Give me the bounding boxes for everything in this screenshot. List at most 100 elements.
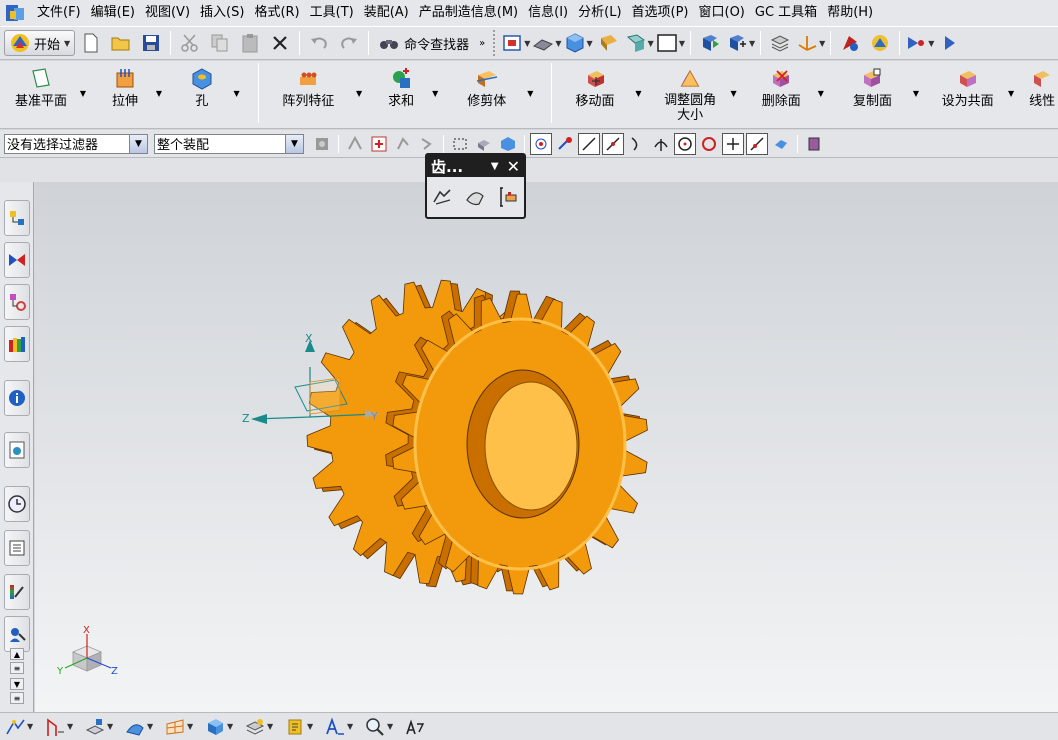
wcs-button[interactable]: ▼: [796, 29, 825, 57]
snap-endpoint-button[interactable]: [554, 133, 576, 155]
menu-item-5[interactable]: 工具(T): [307, 1, 361, 25]
feature-button-7[interactable]: 调整圆角 大小 ▼: [654, 61, 737, 123]
reuse-library-tab[interactable]: [4, 326, 30, 362]
select-downstream-button[interactable]: [416, 133, 438, 155]
menu-item-4[interactable]: 格式(R): [251, 1, 306, 25]
more-button[interactable]: [936, 29, 964, 57]
feature-button-3[interactable]: 阵列特征 ▼: [265, 61, 362, 123]
chevron-down-icon[interactable]: ▼: [913, 89, 919, 98]
roles-tab[interactable]: [4, 616, 30, 652]
scroll-page-down-button[interactable]: ≡: [10, 692, 24, 704]
model-view[interactable]: X Y Z X Y Z: [35, 182, 1058, 712]
feature-button-10[interactable]: 设为共面 ▼: [931, 61, 1014, 123]
layer-settings-button[interactable]: ▼: [244, 715, 274, 739]
hd3d-tools-tab[interactable]: [4, 380, 30, 416]
snap-quadrant-button[interactable]: [698, 133, 720, 155]
snap-button[interactable]: [836, 29, 864, 57]
chevron-down-icon[interactable]: ▼: [527, 89, 533, 98]
part-navigator-button[interactable]: [766, 29, 794, 57]
chevron-down-icon[interactable]: ▼: [156, 89, 162, 98]
graphics-window[interactable]: X Y Z X Y Z: [35, 182, 1058, 712]
curve-button[interactable]: ▼: [44, 715, 74, 739]
orient-view-button[interactable]: ▼: [564, 29, 593, 57]
palette-title-bar[interactable]: 齿... ▼ ✕: [427, 155, 524, 177]
snap-point-button[interactable]: [722, 132, 744, 155]
annotation-button[interactable]: ▼: [324, 715, 354, 739]
render-style-button[interactable]: ▼: [532, 29, 562, 57]
menu-item-13[interactable]: 帮助(H): [824, 1, 880, 25]
menu-item-9[interactable]: 分析(L): [575, 1, 628, 25]
snap-line-button[interactable]: [578, 132, 600, 155]
start-button[interactable]: 开始 ▼: [4, 30, 76, 56]
chevron-down-icon[interactable]: ▼: [491, 161, 499, 172]
redo-button[interactable]: [335, 29, 363, 57]
shaded-face-button[interactable]: [473, 133, 495, 155]
type-filter-select[interactable]: 没有选择过滤器 ▼: [4, 133, 148, 154]
motion-button[interactable]: ▼: [905, 29, 934, 57]
new-button[interactable]: [77, 29, 105, 57]
chevron-down-icon[interactable]: ▼: [234, 89, 240, 98]
scroll-down-button[interactable]: ▼: [10, 678, 24, 690]
fit-view-button[interactable]: ▼: [501, 29, 530, 57]
undo-button[interactable]: [305, 29, 333, 57]
assembly-filter-button[interactable]: [311, 133, 333, 155]
menu-item-2[interactable]: 视图(V): [142, 1, 197, 25]
chevron-down-icon[interactable]: ▼: [356, 89, 362, 98]
feature-button-0[interactable]: 基准平面 ▼: [6, 61, 86, 123]
selection-scope-select[interactable]: 整个装配 ▼: [154, 133, 304, 154]
menu-item-0[interactable]: 文件(F): [34, 1, 88, 25]
menu-item-1[interactable]: 编辑(E): [88, 1, 142, 25]
command-finder-button[interactable]: 命令查找器: [374, 29, 473, 57]
feature-button-8[interactable]: 删除面 ▼: [749, 61, 824, 123]
bevel-gear-icon[interactable]: [464, 186, 486, 208]
scroll-up-button[interactable]: ▲: [10, 648, 24, 660]
snap-intersection-button[interactable]: [650, 133, 672, 155]
feature-button-1[interactable]: 拉伸 ▼: [98, 61, 162, 123]
snap-on-face-button[interactable]: [770, 133, 792, 155]
save-button[interactable]: [137, 29, 165, 57]
surface-button[interactable]: ▼: [124, 715, 154, 739]
background-button[interactable]: [595, 29, 623, 57]
web-browser-tab[interactable]: [4, 432, 30, 468]
chevron-down-icon[interactable]: ▼: [432, 89, 438, 98]
menu-item-8[interactable]: 信息(I): [525, 1, 575, 25]
sync-modeling-button[interactable]: ▼: [204, 715, 234, 739]
system-materials-tab[interactable]: [4, 530, 30, 566]
text-size-button[interactable]: [404, 715, 434, 739]
menu-item-12[interactable]: GC 工具箱: [752, 1, 824, 25]
assembly-navigator-tab[interactable]: [4, 200, 30, 236]
menu-item-3[interactable]: 插入(S): [197, 1, 251, 25]
body-select-button[interactable]: [497, 133, 519, 155]
analysis-button[interactable]: [866, 29, 894, 57]
history-tab[interactable]: [4, 486, 30, 522]
add-component-button[interactable]: ▼: [726, 29, 755, 57]
pmi-button[interactable]: ▼: [284, 715, 314, 739]
menu-item-11[interactable]: 窗口(O): [696, 1, 752, 25]
gear-modeling-icon[interactable]: [497, 186, 519, 208]
feature-button-9[interactable]: 复制面 ▼: [836, 61, 919, 123]
copy-button[interactable]: [206, 29, 234, 57]
chevron-down-icon[interactable]: ▼: [80, 89, 86, 98]
chevron-down-icon[interactable]: ▼: [818, 89, 824, 98]
snap-existing-button[interactable]: [530, 132, 552, 155]
mesh-button[interactable]: ▼: [164, 715, 194, 739]
close-icon[interactable]: ✕: [507, 157, 520, 176]
snap-center-button[interactable]: [674, 132, 696, 155]
chevron-down-icon[interactable]: ▼: [731, 89, 737, 98]
delete-button[interactable]: [266, 29, 294, 57]
feature-button-11[interactable]: 线性: [1026, 61, 1058, 123]
toolbar-options-button[interactable]: »: [475, 29, 489, 57]
snap-control-button[interactable]: [626, 133, 648, 155]
select-feature-button[interactable]: [344, 133, 366, 155]
scroll-page-up-button[interactable]: ≡: [10, 662, 24, 674]
part-navigator-tab[interactable]: [4, 284, 30, 320]
rectangle-select-button[interactable]: [449, 133, 471, 155]
snap-midpoint-button[interactable]: [602, 132, 624, 155]
display-color-button[interactable]: ▼: [656, 29, 685, 57]
feature-button-2[interactable]: 孔 ▼: [174, 61, 240, 123]
constraint-navigator-tab[interactable]: [4, 242, 30, 278]
paste-button[interactable]: [236, 29, 264, 57]
process-studio-tab[interactable]: [4, 574, 30, 610]
cylindrical-gear-icon[interactable]: [432, 186, 454, 208]
snap-settings-button[interactable]: [803, 133, 825, 155]
